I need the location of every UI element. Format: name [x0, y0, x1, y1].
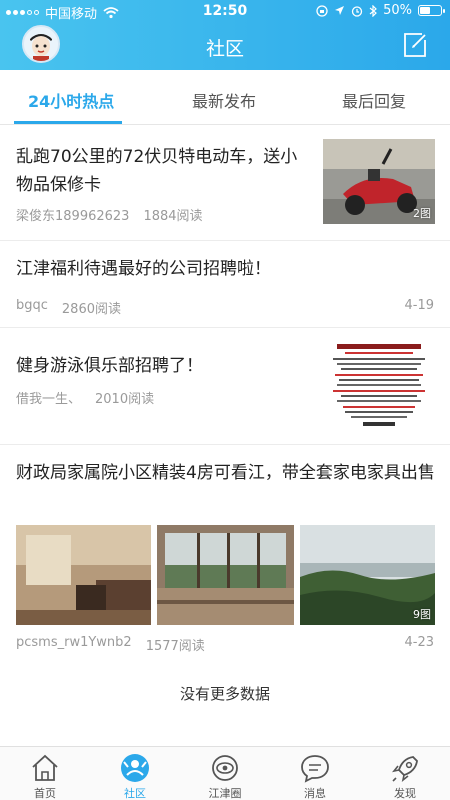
post-meta: 梁俊东189962623 1884阅读 [16, 205, 203, 224]
post-thumbnail: 2图 [323, 139, 435, 224]
post-meta: pcsms_rw1Ywnb2 1577阅读 [16, 635, 205, 654]
post-date: 4-19 [404, 298, 434, 313]
post-reads: 2860阅读 [61, 302, 121, 317]
post-thumbnail [323, 340, 435, 432]
post-reads: 1577阅读 [145, 639, 205, 654]
post-meta: bgqc 2860阅读 [16, 298, 121, 317]
bottom-tab-label: 发现 [394, 787, 416, 800]
message-icon [301, 755, 329, 783]
app-header: 中国移动 12:50 50% 社区 [0, 0, 450, 70]
post-title: 健身游泳俱乐部招聘了！ [16, 356, 203, 376]
post-image-1 [16, 525, 151, 625]
page-title: 社区 [205, 38, 244, 60]
post-item[interactable]: 健身游泳俱乐部招聘了！ 借我一生、 2010阅读 [0, 328, 450, 444]
post-image-3: 9图 [300, 525, 435, 625]
post-item[interactable]: 乱跑70公里的72伏贝特电动车，送小物品保修卡 梁俊东189962623 188… [0, 125, 450, 240]
bottom-tab-messages[interactable]: 消息 [280, 747, 350, 800]
tab-24h-hot[interactable]: 24小时热点 [28, 88, 114, 112]
community-screen: 中国移动 12:50 50% 社区 24小时热点 最新发布 最后回复 乱跑70公… [0, 0, 450, 800]
compose-icon[interactable] [402, 32, 428, 58]
post-title: 乱跑70公里的72伏贝特电动车，送小物品保修卡 [16, 147, 298, 195]
bottom-tab-community[interactable]: 社区 [100, 747, 170, 800]
bottom-tab-label: 消息 [304, 787, 326, 800]
post-author: pcsms_rw1Ywnb2 [16, 635, 132, 650]
post-date: 4-23 [404, 635, 434, 650]
circle-eye-icon [212, 755, 238, 781]
post-author: 梁俊东189962623 [16, 209, 130, 224]
post-meta: 借我一生、 2010阅读 [16, 388, 154, 407]
rocket-icon [392, 756, 418, 782]
post-image-2 [157, 525, 294, 625]
tab-latest[interactable]: 最新发布 [192, 88, 256, 112]
orientation-lock-icon [316, 4, 328, 17]
post-author: bgqc [16, 298, 48, 313]
post-item[interactable]: 江津福利待遇最好的公司招聘啦！ bgqc 2860阅读 4-19 [0, 241, 450, 327]
post-author: 借我一生、 [16, 392, 82, 407]
bottom-tab-bar: 首页 社区 江津圈 消息 发现 [0, 746, 450, 800]
battery-percent: 50% [383, 3, 412, 18]
battery-icon [418, 5, 445, 16]
image-count-badge: 9图 [413, 608, 431, 621]
post-title: 江津福利待遇最好的公司招聘啦！ [16, 259, 271, 279]
feed-tabs: 24小时热点 最新发布 最后回复 [0, 70, 450, 125]
bottom-tab-label: 社区 [124, 787, 146, 800]
post-reads: 1884阅读 [143, 209, 203, 224]
bottom-tab-label: 江津圈 [208, 787, 242, 800]
bottom-tab-discover[interactable]: 发现 [370, 747, 440, 800]
bottom-tab-label: 首页 [34, 787, 56, 800]
post-reads: 2010阅读 [95, 392, 155, 407]
post-item[interactable]: 财政局家属院小区精装4房可看江，带全套家电家具出售 9图 pcsms_rw1Yw… [0, 445, 450, 665]
bottom-tab-home[interactable]: 首页 [10, 747, 80, 800]
status-right: 50% [316, 3, 445, 18]
community-icon [121, 754, 149, 782]
home-icon [32, 754, 58, 781]
status-bar: 中国移动 12:50 50% [0, 0, 450, 22]
post-title: 财政局家属院小区精装4房可看江，带全套家电家具出售 [16, 463, 435, 483]
tab-last-reply[interactable]: 最后回复 [342, 88, 406, 112]
no-more-data-label: 没有更多数据 [179, 685, 270, 703]
nav-bar: 社区 [0, 22, 450, 70]
bottom-tab-jiangjin-circle[interactable]: 江津圈 [190, 747, 260, 800]
bluetooth-icon [369, 4, 377, 17]
location-icon [335, 6, 345, 15]
alarm-icon [351, 5, 363, 17]
active-tab-indicator [14, 121, 122, 124]
image-count-badge: 2图 [413, 207, 431, 220]
